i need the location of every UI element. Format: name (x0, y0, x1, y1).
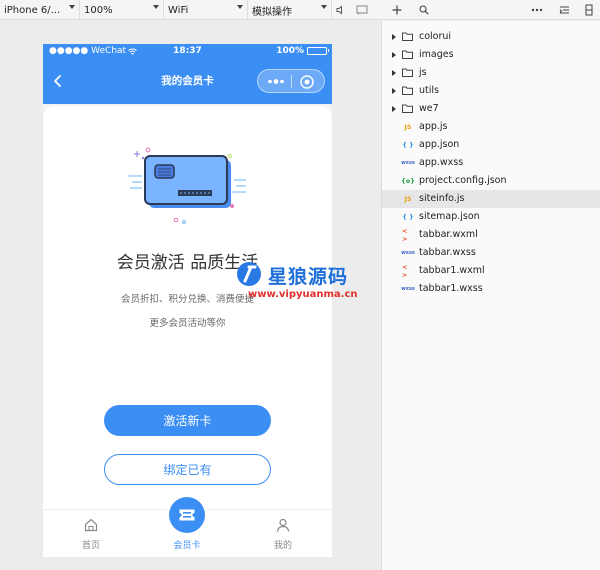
activities-text: 更多会员活动等你 (149, 318, 226, 329)
wxml-file-icon: < > (402, 263, 408, 279)
more-icon[interactable] (531, 8, 543, 12)
search-icon[interactable] (419, 5, 429, 15)
wxml-file-icon: < > (402, 227, 408, 243)
collapse-all-icon[interactable] (559, 5, 570, 15)
benefits-text: 会员折扣、积分兑换、消费便捷 (120, 294, 254, 305)
simulate-action-select[interactable]: 模拟操作 (248, 0, 332, 20)
split-view-icon[interactable] (585, 4, 593, 16)
folder-icon (402, 68, 413, 77)
tree-file-sitemap-json[interactable]: { } sitemap.json (382, 208, 600, 226)
battery-percent: 100% (276, 45, 304, 56)
member-card-illustration (128, 147, 246, 224)
tree-item-label: we7 (419, 103, 439, 114)
tree-file-app-js[interactable]: JS app.js (382, 118, 600, 136)
tree-item-label: sitemap.json (419, 211, 480, 222)
tree-item-label: tabbar.wxss (419, 247, 476, 258)
tree-item-label: images (419, 49, 454, 60)
folder-icon (402, 86, 413, 95)
member-card-content: 会员激活 品质生活 会员折扣、积分兑换、消费便捷 更多会员活动等你 激活新卡 绑… (43, 106, 332, 557)
tree-item-label: siteinfo.js (419, 193, 465, 204)
config-file-icon: {o} (401, 177, 415, 185)
chevron-right-icon (392, 70, 396, 76)
tree-folder-colorui[interactable]: colorui (382, 28, 600, 46)
volume-icon[interactable] (336, 5, 346, 15)
tree-file-project-config[interactable]: {o} project.config.json (382, 172, 600, 190)
ticket-icon (179, 509, 195, 521)
tree-item-label: utils (419, 85, 439, 96)
tab-member-card-label: 会员卡 (173, 541, 201, 551)
chevron-down-icon (69, 5, 75, 9)
tree-file-siteinfo-js[interactable]: JS siteinfo.js (382, 190, 600, 208)
user-icon (276, 518, 290, 532)
simulator-panel: ●●●●● WeChat 18:37 100% 我的会员卡 会员激活 品质生活 … (0, 21, 380, 570)
js-file-icon: JS (404, 123, 412, 131)
wxss-file-icon: wxss (401, 286, 415, 292)
tab-home[interactable]: 首页 (43, 510, 139, 557)
file-explorer: colorui images js utils we7 JS app.js { … (381, 21, 600, 570)
tab-mine[interactable]: 我的 (235, 510, 331, 557)
tree-folder-utils[interactable]: utils (382, 82, 600, 100)
editor-toolbar-icons (381, 0, 600, 20)
tree-item-label: colorui (419, 31, 452, 42)
folder-icon (402, 50, 413, 59)
tree-folder-we7[interactable]: we7 (382, 100, 600, 118)
wxss-file-icon: wxss (401, 250, 415, 256)
tab-home-label: 首页 (81, 541, 100, 551)
tree-item-label: js (419, 67, 427, 78)
navigation-bar: 我的会员卡 (43, 59, 332, 104)
tree-item-label: app.json (419, 139, 460, 150)
json-file-icon: { } (402, 141, 414, 149)
simulator-toolbar-icons (336, 0, 368, 20)
network-select[interactable]: WiFi (164, 0, 248, 20)
member-card-tab-bubble[interactable] (169, 497, 205, 533)
tree-folder-images[interactable]: images (382, 46, 600, 64)
battery-status: 100% (276, 45, 329, 56)
tree-item-label: tabbar1.wxml (419, 265, 485, 276)
chevron-down-icon (321, 5, 327, 9)
wxss-file-icon: wxss (401, 160, 415, 166)
capsule-close-icon[interactable] (299, 74, 315, 90)
folder-icon (402, 32, 413, 41)
tree-file-tabbar-wxss[interactable]: wxss tabbar.wxss (382, 244, 600, 262)
js-file-icon: JS (404, 195, 412, 203)
home-icon (84, 518, 98, 532)
add-file-icon[interactable] (392, 5, 402, 15)
chevron-right-icon (392, 106, 396, 112)
headline: 会员激活 品质生活 (116, 253, 259, 273)
simulate-action-value: 模拟操作 (252, 6, 292, 18)
device-select-value: iPhone 6/... (4, 4, 61, 16)
tree-item-label: app.js (419, 121, 448, 132)
tree-file-app-json[interactable]: { } app.json (382, 136, 600, 154)
zoom-select[interactable]: 100% (80, 0, 164, 20)
window-icon[interactable] (356, 5, 368, 15)
chevron-down-icon (153, 5, 159, 9)
zoom-select-value: 100% (84, 4, 113, 16)
tree-folder-js[interactable]: js (382, 64, 600, 82)
network-select-value: WiFi (168, 4, 189, 16)
tree-file-app-wxss[interactable]: wxss app.wxss (382, 154, 600, 172)
device-select[interactable]: iPhone 6/... (0, 0, 80, 20)
activate-card-button[interactable]: 激活新卡 (104, 405, 271, 436)
tab-mine-label: 我的 (273, 541, 292, 551)
capsule-divider (291, 75, 292, 88)
chevron-right-icon (392, 52, 396, 58)
tree-item-label: tabbar.wxml (419, 229, 478, 240)
miniprogram-capsule (257, 69, 325, 93)
chevron-right-icon (392, 34, 396, 40)
tree-item-label: project.config.json (419, 175, 507, 186)
chevron-down-icon (237, 5, 243, 9)
battery-icon (307, 46, 329, 55)
tree-item-label: app.wxss (419, 157, 464, 168)
tree-item-label: tabbar1.wxss (419, 283, 483, 294)
bind-existing-card-button[interactable]: 绑定已有 (104, 454, 271, 485)
chevron-right-icon (392, 88, 396, 94)
phone-screen: ●●●●● WeChat 18:37 100% 我的会员卡 会员激活 品质生活 … (43, 44, 332, 557)
json-file-icon: { } (402, 213, 414, 221)
tree-file-tabbar1-wxss[interactable]: wxss tabbar1.wxss (382, 280, 600, 298)
status-bar: ●●●●● WeChat 18:37 100% (43, 44, 332, 59)
folder-icon (402, 104, 413, 113)
tree-file-tabbar1-wxml[interactable]: < > tabbar1.wxml (382, 262, 600, 280)
tree-file-tabbar-wxml[interactable]: < > tabbar.wxml (382, 226, 600, 244)
capsule-more-icon[interactable] (266, 74, 286, 89)
